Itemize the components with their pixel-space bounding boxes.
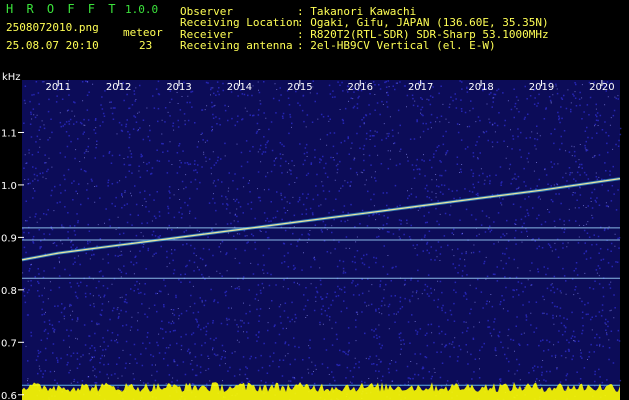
y-tick-label: 0.8 [1, 286, 17, 297]
file-name: 2508072010.png [6, 21, 99, 34]
y-tick-label: 0.6 [1, 391, 17, 400]
meteor-label: meteor [123, 26, 163, 39]
x-tick-label: 2014 [227, 82, 252, 93]
date-time: 25.08.07 20:10 [6, 39, 99, 52]
y-axis-label: kHz [2, 72, 21, 83]
y-tick-label: 1.0 [1, 181, 17, 192]
x-tick-label: 2011 [46, 82, 71, 93]
app-title: H R O F F T [6, 2, 119, 16]
y-tick-label: 0.7 [1, 338, 17, 349]
info-antenna-label: Receiving antenna [180, 39, 293, 52]
app-version: 1.0.0 [125, 3, 159, 16]
x-tick-label: 2019 [529, 82, 554, 93]
x-tick-label: 2018 [468, 82, 493, 93]
x-tick-label: 2013 [166, 82, 191, 93]
y-tick-label: 1.1 [1, 128, 17, 139]
x-tick-label: 2017 [408, 82, 433, 93]
x-tick-label: 2012 [106, 82, 131, 93]
x-tick-label: 2016 [348, 82, 373, 93]
meteor-count: 23 [139, 39, 153, 52]
x-tick-label: 2015 [287, 82, 312, 93]
info-antenna-value: : 2el-HB9CV Vertical (el. E-W) [297, 39, 496, 52]
y-axis-ticks: 1.1 1.0 0.9 0.8 0.7 0.6 [1, 128, 24, 400]
y-tick-label: 0.9 [1, 233, 17, 244]
spectrogram-plot: 2011 2012 2013 2014 2015 2016 2017 2018 2019 2020… [1, 72, 622, 400]
x-tick-label: 2020 [589, 82, 614, 93]
